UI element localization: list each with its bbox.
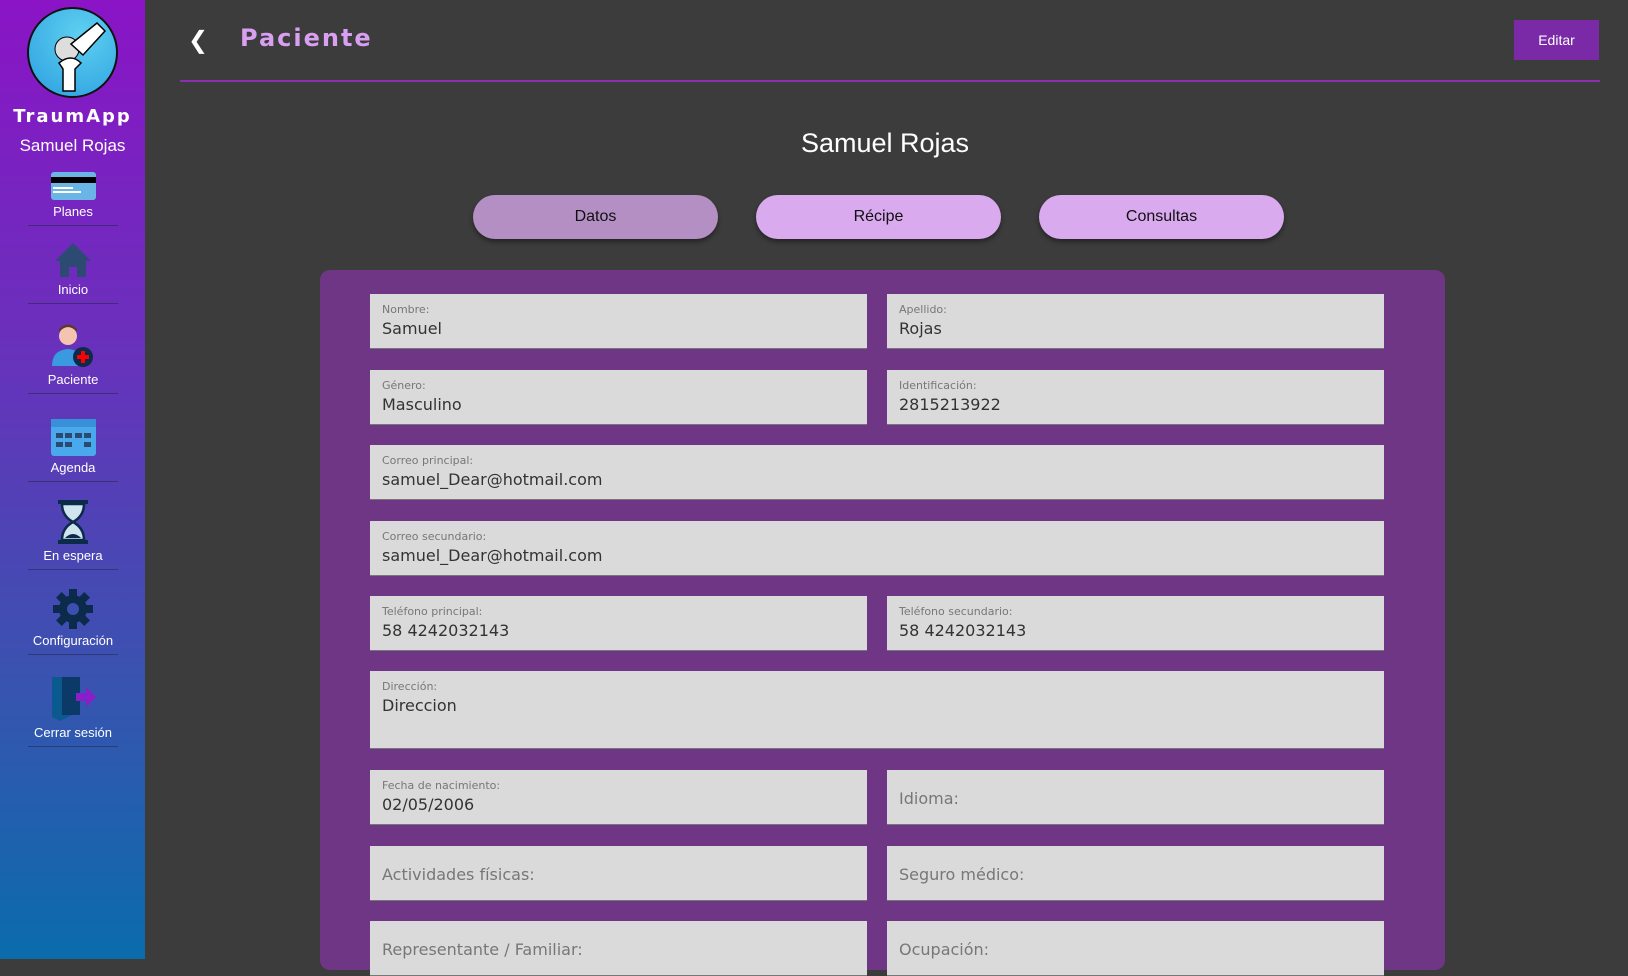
- tab-datos[interactable]: Datos: [473, 195, 718, 239]
- sidebar-item-label: Cerrar sesión: [33, 725, 113, 740]
- field-value: 2815213922: [899, 395, 1001, 414]
- telefono-secundario-field[interactable]: Teléfono secundario: 58 4242032143: [887, 596, 1384, 651]
- field-placeholder: Seguro médico:: [899, 865, 1025, 884]
- sidebar-item-label: En espera: [43, 548, 103, 563]
- field-value: Masculino: [382, 395, 462, 414]
- tab-consultas[interactable]: Consultas: [1039, 195, 1284, 239]
- page-title: Paciente: [240, 24, 373, 52]
- field-label: Nombre:: [382, 303, 430, 316]
- genero-field[interactable]: Género: Masculino: [370, 370, 867, 425]
- back-chevron-icon[interactable]: ❮: [188, 26, 208, 54]
- identificacion-field[interactable]: Identificación: 2815213922: [887, 370, 1384, 425]
- seguro-medico-field[interactable]: Seguro médico:: [887, 846, 1384, 901]
- field-label: Teléfono secundario:: [899, 605, 1013, 618]
- sidebar-item-label: Agenda: [50, 460, 96, 475]
- field-label: Identificación:: [899, 379, 977, 392]
- actividades-fisicas-field[interactable]: Actividades físicas:: [370, 846, 867, 901]
- apellido-field[interactable]: Apellido: Rojas: [887, 294, 1384, 349]
- field-label: Teléfono principal:: [382, 605, 483, 618]
- credit-card-icon: [50, 172, 96, 200]
- fecha-nacimiento-field[interactable]: Fecha de nacimiento: 02/05/2006: [370, 770, 867, 825]
- field-value: 58 4242032143: [899, 621, 1027, 640]
- sidebar-item-configuracion[interactable]: Configuración: [28, 589, 118, 655]
- field-label: Género:: [382, 379, 426, 392]
- nombre-field[interactable]: Nombre: Samuel: [370, 294, 867, 349]
- correo-secundario-field[interactable]: Correo secundario: samuel_Dear@hotmail.co…: [370, 521, 1384, 576]
- header-divider: [180, 80, 1600, 82]
- calendar-icon: [50, 419, 96, 456]
- field-value: Samuel: [382, 319, 442, 338]
- field-label: Fecha de nacimiento:: [382, 779, 501, 792]
- home-icon: [55, 243, 91, 277]
- field-value: Rojas: [899, 319, 942, 338]
- field-value: Direccion: [382, 696, 457, 715]
- ocupacion-field[interactable]: Ocupación:: [887, 921, 1384, 976]
- sidebar-item-agenda[interactable]: Agenda: [28, 416, 118, 482]
- field-placeholder: Ocupación:: [899, 940, 990, 959]
- gear-icon: [53, 589, 93, 629]
- sidebar-item-en-espera[interactable]: En espera: [28, 500, 118, 570]
- patient-name: Samuel Rojas: [800, 128, 970, 158]
- logout-icon: [52, 677, 96, 721]
- field-placeholder: Idioma:: [899, 789, 959, 808]
- sidebar-item-cerrar-sesion[interactable]: Cerrar sesión: [28, 675, 118, 747]
- field-label: Correo secundario:: [382, 530, 487, 543]
- sidebar-item-label: Paciente: [47, 372, 99, 387]
- field-placeholder: Actividades físicas:: [382, 865, 535, 884]
- field-label: Apellido:: [899, 303, 947, 316]
- add-patient-icon: [52, 324, 93, 367]
- sidebar-item-label: Planes: [53, 204, 93, 219]
- tab-recipe[interactable]: Récipe: [756, 195, 1001, 239]
- sidebar-item-inicio[interactable]: Inicio: [28, 242, 118, 304]
- field-label: Dirección:: [382, 680, 438, 693]
- sidebar-item-label: Configuración: [32, 633, 114, 648]
- field-value: samuel_Dear@hotmail.com: [382, 470, 603, 489]
- sidebar-item-paciente[interactable]: Paciente: [28, 322, 118, 394]
- field-label: Correo principal:: [382, 454, 474, 467]
- representante-field[interactable]: Representante / Familiar:: [370, 921, 867, 976]
- telefono-principal-field[interactable]: Teléfono principal: 58 4242032143: [370, 596, 867, 651]
- idioma-field[interactable]: Idioma:: [887, 770, 1384, 825]
- hourglass-icon: [58, 500, 88, 544]
- field-value: 02/05/2006: [382, 795, 475, 814]
- field-value: 58 4242032143: [382, 621, 510, 640]
- correo-principal-field[interactable]: Correo principal: samuel_Dear@hotmail.com: [370, 445, 1384, 500]
- patient-data-card: Nombre: Samuel Apellido: Rojas Género: Masc…: [320, 270, 1445, 976]
- edit-button[interactable]: Editar: [1514, 20, 1599, 60]
- sidebar-item-planes[interactable]: Planes: [28, 172, 118, 226]
- direccion-field[interactable]: Dirección: Direccion: [370, 671, 1384, 749]
- sidebar-item-label: Inicio: [57, 282, 89, 297]
- field-value: samuel_Dear@hotmail.com: [382, 546, 603, 565]
- field-placeholder: Representante / Familiar:: [382, 940, 583, 959]
- traumapp-logo: [27, 7, 118, 98]
- brand-name: TraumApp: [13, 106, 132, 127]
